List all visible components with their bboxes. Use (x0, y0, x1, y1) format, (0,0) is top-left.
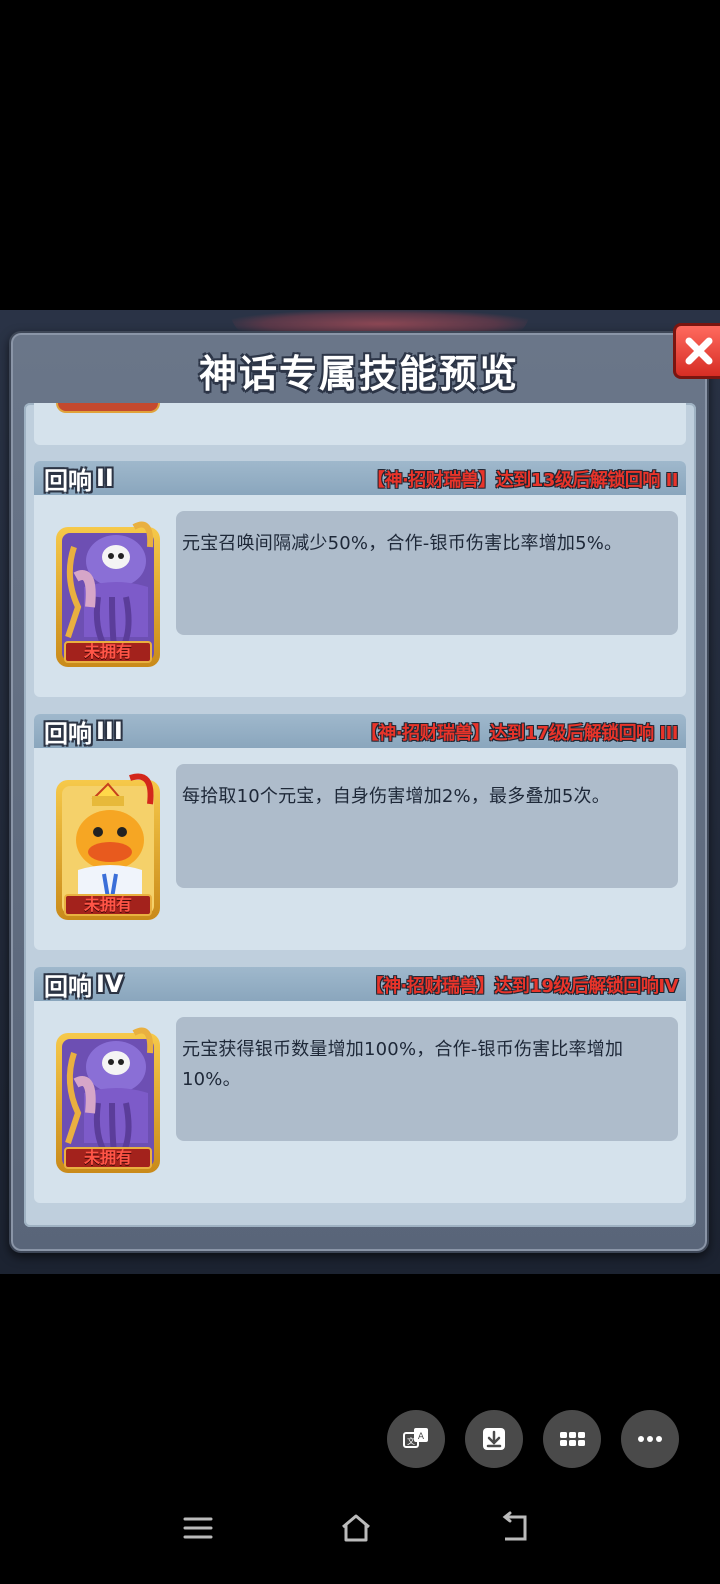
skill-list-panel[interactable]: 回响 II 【神·招财瑞兽】达到13级后解锁回响 II 未拥有 元宝召唤间隔减少… (24, 403, 696, 1227)
skill-description: 每拾取10个元宝，自身伤害增加2%，最多叠加5次。 (176, 764, 678, 888)
echo-level-label: 回响 II (44, 464, 114, 495)
echo-level-label: 回响 IV (44, 970, 124, 1001)
dialog-title: 神话专属技能预览 (198, 352, 519, 396)
echo-level: IV (96, 970, 124, 998)
not-owned-badge: 未拥有 (64, 1147, 152, 1169)
menu-button[interactable] (176, 1506, 220, 1550)
echo-card-iv: 回响 IV 【神·招财瑞兽】达到19级后解锁回响IV 未拥有 元宝获得银币数量增… (34, 967, 686, 1203)
card-header: 回响 II 【神·招财瑞兽】达到13级后解锁回响 II (34, 461, 686, 495)
close-icon (685, 337, 712, 365)
card-header: 回响 IV 【神·招财瑞兽】达到19级后解锁回响IV (34, 967, 686, 1001)
svg-text:A: A (418, 1432, 425, 1442)
translate-button[interactable]: A 文 (387, 1410, 445, 1468)
grid-apps-icon (560, 1432, 585, 1446)
more-dots-icon (638, 1436, 662, 1442)
purple-octopus-skull-portrait-icon[interactable]: 未拥有 (54, 517, 162, 669)
card-header: 回响 III 【神·招财瑞兽】达到17级后解锁回响 III (34, 714, 686, 748)
apps-button[interactable] (543, 1410, 601, 1468)
echo-prefix: 回响 (44, 719, 92, 748)
close-button[interactable] (673, 323, 720, 379)
back-icon (502, 1511, 527, 1541)
skill-description: 元宝获得银币数量增加100%，合作-银币伤害比率增加10%。 (176, 1017, 678, 1141)
echo-prefix: 回响 (44, 466, 92, 495)
previous-card-partial (34, 403, 686, 445)
skill-description: 元宝召唤间隔减少50%，合作-银币伤害比率增加5%。 (176, 511, 678, 635)
home-button[interactable] (334, 1506, 378, 1550)
system-navigation-bar (0, 1490, 720, 1584)
not-owned-badge: 未拥有 (64, 641, 152, 663)
svg-text:文: 文 (407, 1436, 415, 1446)
menu-icon (183, 1517, 213, 1539)
unlock-condition: 【神·招财瑞兽】达到19级后解锁回响IV (365, 976, 678, 997)
translate-icon: A 文 (403, 1428, 428, 1448)
echo-card-iii: 回响 III 【神·招财瑞兽】达到17级后解锁回响 III 未拥有 每拾取10个… (34, 714, 686, 950)
more-button[interactable] (621, 1410, 679, 1468)
echo-prefix: 回响 (44, 972, 92, 1001)
golden-duck-king-portrait-icon[interactable]: 未拥有 (54, 770, 162, 922)
echo-level: III (96, 717, 123, 745)
home-icon (342, 1514, 370, 1542)
purple-octopus-skull-portrait-icon[interactable]: 未拥有 (54, 1023, 162, 1175)
echo-level: II (96, 464, 114, 492)
download-button[interactable] (465, 1410, 523, 1468)
unlock-condition: 【神·招财瑞兽】达到13级后解锁回响 II (366, 470, 679, 491)
echo-card-ii: 回响 II 【神·招财瑞兽】达到13级后解锁回响 II 未拥有 元宝召唤间隔减少… (34, 461, 686, 697)
back-button[interactable] (492, 1506, 536, 1550)
not-owned-badge: 未拥有 (64, 894, 152, 916)
download-icon (483, 1428, 505, 1450)
unlock-condition: 【神·招财瑞兽】达到17级后解锁回响 III (360, 723, 679, 744)
echo-level-label: 回响 III (44, 717, 123, 748)
portrait-frame-edge (56, 403, 160, 413)
